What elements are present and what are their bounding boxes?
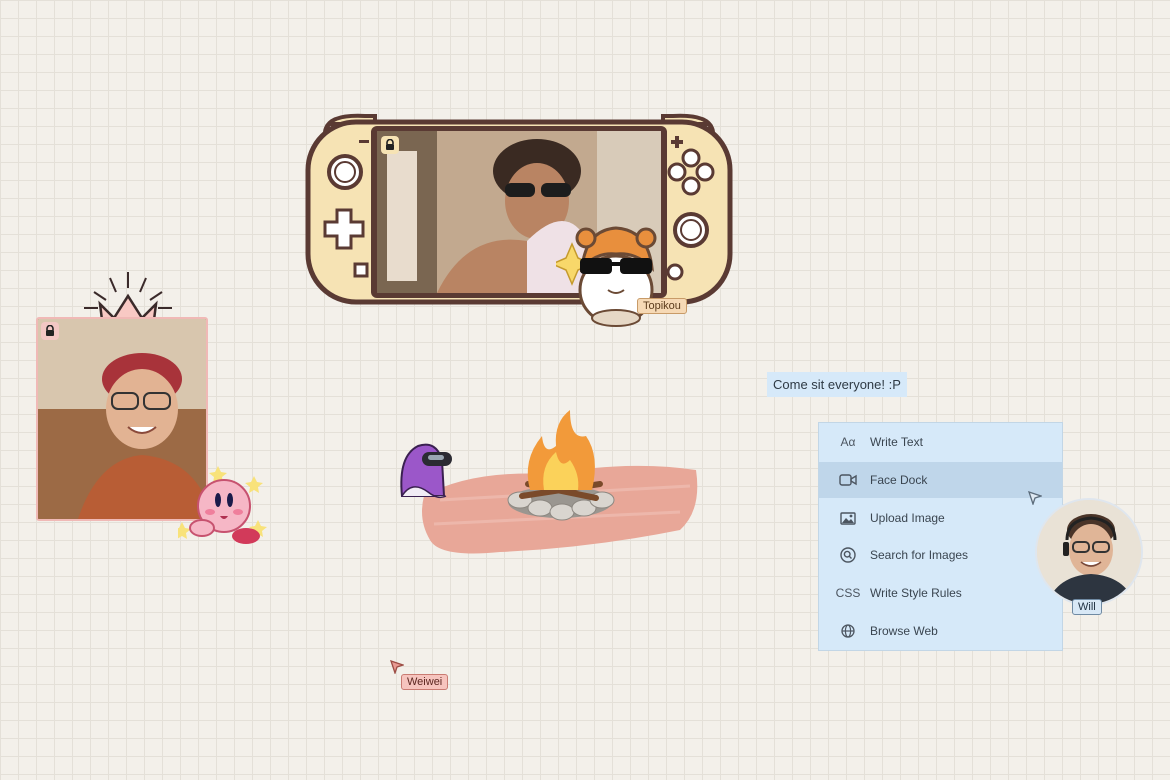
globe-icon [835, 624, 861, 638]
menu-item-label: Write Style Rules [870, 586, 962, 600]
cursor-name-tag-weiwei: Weiwei [401, 674, 449, 690]
crewmate-sticker[interactable] [392, 436, 456, 502]
menu-item-face-dock[interactable]: Face Dock [819, 462, 1062, 498]
console-frame[interactable] [305, 112, 733, 306]
will-webcam-feed [1035, 498, 1143, 606]
menu-item-browse-web[interactable]: Browse Web [819, 613, 1062, 649]
video-icon [835, 474, 861, 486]
cursor-name-tag-will: Will [1072, 599, 1102, 615]
menu-item-label: Upload Image [870, 511, 945, 525]
menu-item-label: Face Dock [870, 473, 928, 487]
participant-video [1037, 500, 1141, 604]
menu-item-write-text[interactable]: Aα Write Text [819, 424, 1062, 460]
menu-item-search-images[interactable]: Search for Images [819, 537, 1062, 573]
left-webcam-lock-badge[interactable] [41, 322, 59, 340]
menu-item-label: Write Text [870, 435, 923, 449]
chat-message: Come sit everyone! :P [767, 372, 907, 397]
will-cursor-icon [1027, 490, 1044, 507]
kirby-illustration [173, 466, 267, 544]
lock-icon [46, 325, 54, 336]
text-icon: Aα [840, 435, 856, 449]
css-icon: CSS [835, 586, 861, 600]
menu-item-write-style-rules[interactable]: CSS Write Style Rules [819, 575, 1062, 611]
cursor-name-tag-topikou: Topikou [637, 298, 687, 314]
lock-icon [386, 139, 394, 150]
menu-item-label: Search for Images [870, 548, 969, 562]
image-icon [835, 511, 861, 525]
crewmate-illustration [400, 443, 452, 499]
menu-item-upload-image[interactable]: Upload Image [819, 500, 1062, 536]
menu-item-label: Browse Web [870, 624, 938, 638]
add-content-menu: Aα Write Text Face Dock Upload Image Sea… [818, 422, 1063, 651]
kirby-sticker[interactable] [173, 460, 268, 546]
console-lock-badge[interactable] [381, 136, 399, 154]
weiwei-cursor-icon [389, 659, 406, 676]
search-icon [835, 547, 861, 563]
